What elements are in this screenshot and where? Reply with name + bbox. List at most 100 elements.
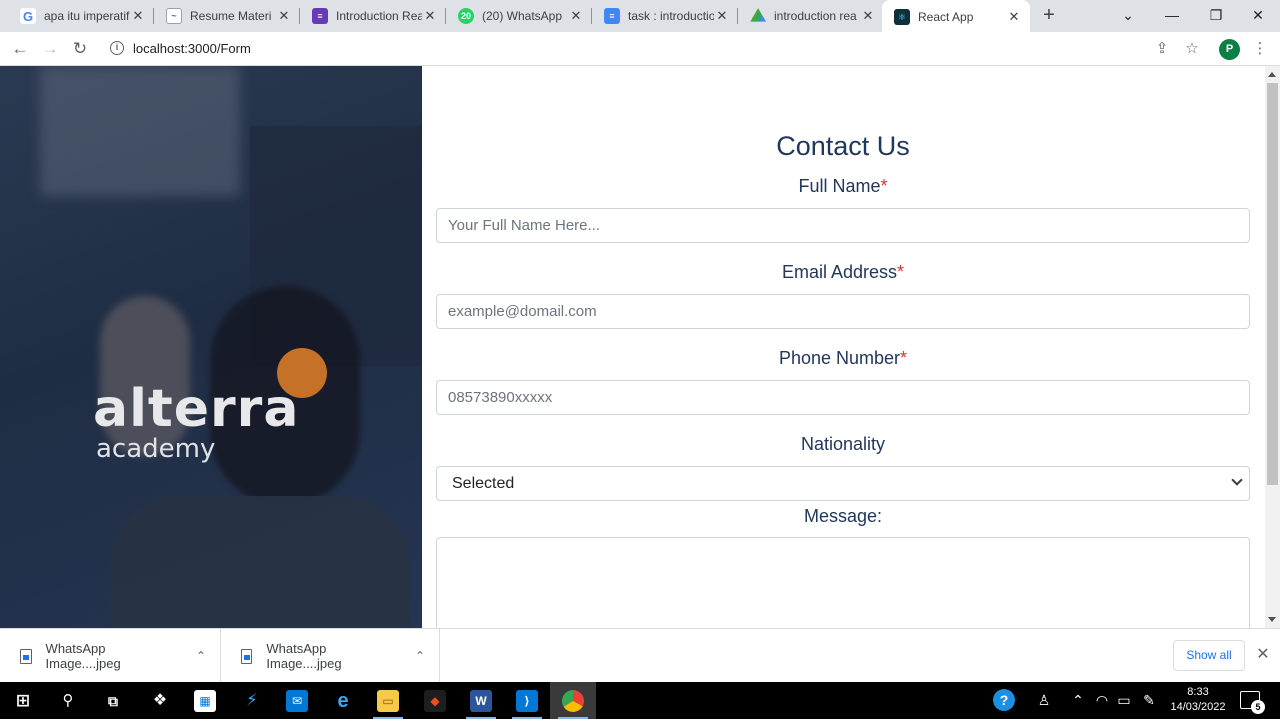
bookmark-star-icon[interactable]: ☆ bbox=[1180, 37, 1204, 61]
share-icon[interactable]: ⇪ bbox=[1150, 37, 1174, 61]
whatsapp-icon: 20 bbox=[458, 8, 474, 24]
address-bar[interactable]: i localhost:3000/Form bbox=[100, 35, 1208, 63]
taskbar-app-word[interactable]: W bbox=[458, 682, 504, 719]
notification-icon[interactable]: 5 bbox=[1240, 691, 1265, 714]
show-all-button[interactable]: Show all bbox=[1173, 640, 1245, 671]
task-view-icon: ⧉ bbox=[108, 692, 118, 709]
tab-title: Resume Materi bbox=[190, 9, 272, 23]
chevron-up-icon[interactable]: ⌃ bbox=[1068, 682, 1088, 719]
scrollbar-thumb[interactable] bbox=[1267, 83, 1278, 485]
page-scrollbar[interactable] bbox=[1265, 66, 1280, 628]
pen-icon[interactable]: ✎ bbox=[1138, 682, 1160, 719]
task-view-button[interactable]: ⧉ bbox=[90, 682, 136, 719]
close-icon[interactable]: ✕ bbox=[276, 8, 292, 24]
forward-icon[interactable]: → bbox=[38, 37, 62, 61]
chrome-icon bbox=[562, 689, 584, 712]
tab-search-icon[interactable]: ⌄ bbox=[1106, 0, 1150, 32]
back-icon[interactable]: ← bbox=[8, 37, 32, 61]
search-icon: ⚲ bbox=[62, 691, 74, 709]
chevron-up-icon[interactable]: ⌃ bbox=[196, 649, 206, 663]
tab-title: apa itu imperatif bbox=[44, 9, 130, 23]
page-content: alterra academy Contact Us Full Name* Em… bbox=[0, 66, 1280, 628]
browser-toolbar: ← → ↻ i localhost:3000/Form ⇪ ☆ ⋮ bbox=[0, 32, 1280, 66]
tab-4[interactable]: 20 (20) WhatsApp ✕ bbox=[446, 0, 592, 32]
message-textarea[interactable] bbox=[436, 537, 1250, 628]
windows-taskbar: ⊞ ⚲ ⧉ ❖ ▦ ⚡ ✉ e ▭ ◆ W ⟩ ? ♙ ⌃ ◠ ▭ ✎ 8:33… bbox=[0, 682, 1280, 719]
wifi-icon[interactable]: ◠ bbox=[1092, 682, 1112, 719]
google-icon: G bbox=[20, 8, 36, 24]
close-icon[interactable]: ✕ bbox=[568, 8, 584, 24]
clock-date: 14/03/2022 bbox=[1170, 701, 1226, 713]
taskbar-app-edge[interactable]: e bbox=[320, 682, 366, 719]
tab-5[interactable]: ≡ task : introductio ✕ bbox=[592, 0, 738, 32]
full-name-input[interactable] bbox=[436, 208, 1250, 243]
scroll-up-icon[interactable] bbox=[1268, 72, 1276, 77]
taskbar-clock[interactable]: 8:33 14/03/2022 bbox=[1165, 685, 1231, 715]
close-icon[interactable]: ✕ bbox=[422, 8, 438, 24]
reload-icon[interactable]: ↻ bbox=[68, 37, 92, 61]
figma-icon: ◆ bbox=[424, 689, 446, 712]
restore-button[interactable]: ❐ bbox=[1194, 0, 1238, 32]
full-name-label: Full Name* bbox=[798, 176, 888, 196]
new-tab-button[interactable]: + bbox=[1038, 4, 1060, 26]
nationality-selected-value: Selected bbox=[452, 474, 515, 492]
image-file-icon bbox=[20, 648, 32, 664]
image-file-icon bbox=[241, 648, 253, 664]
download-item[interactable]: WhatsApp Image....jpeg ⌃ bbox=[221, 629, 440, 683]
close-icon[interactable]: ✕ bbox=[130, 8, 146, 24]
tab-title: task : introductio bbox=[628, 9, 714, 23]
taskbar-app-mail[interactable]: ✉ bbox=[274, 682, 320, 719]
close-icon[interactable]: ✕ bbox=[860, 8, 876, 24]
scroll-down-icon[interactable] bbox=[1268, 617, 1276, 622]
download-item[interactable]: WhatsApp Image....jpeg ⌃ bbox=[0, 629, 221, 683]
tab-7-active[interactable]: ⚛ React App ✕ bbox=[882, 0, 1030, 34]
start-button[interactable]: ⊞ bbox=[0, 682, 46, 719]
tab-2[interactable]: ~ Resume Materi ✕ bbox=[154, 0, 300, 32]
taskbar-app-chrome[interactable] bbox=[550, 682, 596, 719]
close-icon[interactable]: ✕ bbox=[1253, 645, 1273, 665]
site-info-icon[interactable]: i bbox=[110, 41, 124, 55]
chevron-up-icon[interactable]: ⌃ bbox=[415, 649, 425, 663]
taskbar-app-powershell[interactable]: ⚡ bbox=[229, 682, 275, 719]
search-button[interactable]: ⚲ bbox=[45, 682, 91, 719]
close-icon[interactable]: ✕ bbox=[1006, 9, 1022, 25]
nationality-select[interactable]: Selected bbox=[436, 466, 1250, 501]
tab-1[interactable]: G apa itu imperatif ✕ bbox=[8, 0, 154, 32]
react-icon: ⚛ bbox=[894, 9, 910, 25]
minimize-button[interactable]: — bbox=[1150, 0, 1194, 32]
help-icon[interactable]: ? bbox=[990, 682, 1018, 719]
tab-title: React App bbox=[918, 10, 974, 24]
menu-icon[interactable]: ⋮ bbox=[1248, 37, 1272, 61]
email-input[interactable] bbox=[436, 294, 1250, 329]
phone-input[interactable] bbox=[436, 380, 1250, 415]
tab-6[interactable]: introduction rea ✕ bbox=[738, 0, 884, 32]
close-window-button[interactable]: ✕ bbox=[1236, 0, 1280, 32]
phone-label: Phone Number* bbox=[778, 348, 908, 368]
taskbar-app-store[interactable]: ▦ bbox=[182, 682, 228, 719]
taskbar-app-file-explorer[interactable]: ▭ bbox=[365, 682, 411, 719]
notification-count: 5 bbox=[1251, 700, 1265, 714]
vscode-icon: ⟩ bbox=[516, 689, 538, 712]
dropbox-icon: ❖ bbox=[152, 691, 168, 709]
tab-strip: G apa itu imperatif ✕ ~ Resume Materi ✕ … bbox=[0, 0, 1280, 34]
logo-subtext: academy bbox=[96, 434, 216, 464]
folder-icon: ▭ bbox=[377, 689, 399, 712]
close-icon[interactable]: ✕ bbox=[714, 8, 730, 24]
taskbar-app-figma[interactable]: ◆ bbox=[412, 682, 458, 719]
tab-3[interactable]: ≡ Introduction Rea ✕ bbox=[300, 0, 446, 32]
people-icon[interactable]: ♙ bbox=[1032, 682, 1056, 719]
profile-avatar[interactable]: P bbox=[1219, 39, 1240, 60]
url-text[interactable]: localhost:3000/Form bbox=[133, 41, 251, 56]
windows-icon: ⊞ bbox=[15, 690, 31, 710]
word-icon: W bbox=[470, 689, 492, 712]
logo-text: alterra bbox=[93, 379, 300, 439]
download-filename: WhatsApp Image....jpeg bbox=[266, 641, 342, 671]
taskbar-app-dropbox[interactable]: ❖ bbox=[137, 682, 183, 719]
battery-icon[interactable]: ▭ bbox=[1114, 682, 1134, 719]
chevron-down-icon bbox=[1231, 474, 1243, 486]
hero-image: alterra academy bbox=[0, 66, 422, 628]
drive-icon bbox=[750, 8, 766, 22]
taskbar-app-vscode[interactable]: ⟩ bbox=[504, 682, 550, 719]
email-label: Email Address* bbox=[781, 262, 905, 282]
tab-title: Introduction Rea bbox=[336, 9, 422, 23]
